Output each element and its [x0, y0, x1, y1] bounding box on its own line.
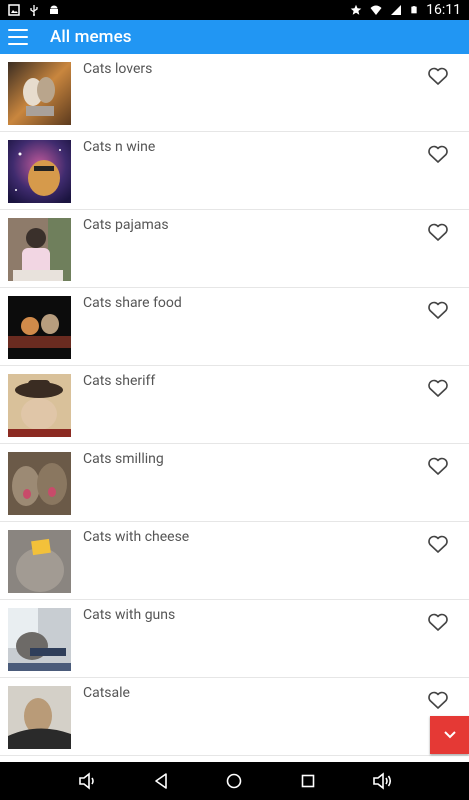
list-item-label: Cats share food [83, 295, 182, 311]
list-item[interactable]: Cats share food [0, 288, 469, 366]
list-item[interactable]: Cats smilling [0, 444, 469, 522]
back-icon[interactable] [149, 769, 173, 793]
list-item[interactable]: Cats pajamas [0, 210, 469, 288]
heart-icon[interactable] [426, 688, 450, 712]
meme-thumbnail[interactable] [8, 530, 71, 593]
meme-thumbnail[interactable] [8, 62, 71, 125]
volume-up-icon[interactable] [370, 769, 394, 793]
chevron-down-icon [443, 731, 456, 739]
list-item-label: Cats smilling [83, 451, 164, 467]
list-item[interactable]: Cats with guns [0, 600, 469, 678]
heart-icon[interactable] [426, 220, 450, 244]
meme-list[interactable]: Cats lovers Cats n wine Cats pajamas Cat… [0, 54, 469, 764]
meme-thumbnail[interactable] [8, 140, 71, 203]
scroll-down-button[interactable] [430, 716, 469, 754]
heart-icon[interactable] [426, 298, 450, 322]
meme-thumbnail[interactable] [8, 374, 71, 437]
photo-icon [8, 4, 20, 16]
app-bar: All memes [0, 20, 469, 54]
list-item[interactable]: Cats with cheese [0, 522, 469, 600]
usb-icon [30, 5, 38, 16]
list-item-label: Cats with guns [83, 607, 176, 623]
page-title: All memes [50, 27, 132, 47]
list-item[interactable]: Cats sheriff [0, 366, 469, 444]
list-item-label: Cats n wine [83, 139, 156, 155]
meme-thumbnail[interactable] [8, 218, 71, 281]
home-icon[interactable] [222, 769, 246, 793]
status-bar: 16:11 [0, 0, 469, 20]
clock: 16:11 [426, 2, 461, 18]
list-item-label: Cats lovers [83, 61, 153, 77]
android-icon [50, 5, 58, 14]
heart-icon[interactable] [426, 532, 450, 556]
list-item-label: Catsale [83, 685, 130, 701]
heart-icon[interactable] [426, 64, 450, 88]
volume-down-icon[interactable] [75, 769, 99, 793]
meme-thumbnail[interactable] [8, 296, 71, 359]
list-item[interactable]: Cats n wine [0, 132, 469, 210]
list-item-label: Cats sheriff [83, 373, 156, 389]
heart-icon[interactable] [426, 142, 450, 166]
meme-thumbnail[interactable] [8, 452, 71, 515]
list-item[interactable]: Cats lovers [0, 54, 469, 132]
heart-icon[interactable] [426, 454, 450, 478]
navigation-bar [0, 762, 469, 800]
meme-thumbnail[interactable] [8, 686, 71, 749]
hamburger-icon[interactable] [8, 29, 28, 45]
list-item[interactable]: Catsale [0, 678, 469, 756]
list-item-label: Cats pajamas [83, 217, 169, 233]
meme-thumbnail[interactable] [8, 608, 71, 671]
wifi-icon [370, 5, 382, 15]
heart-icon[interactable] [426, 376, 450, 400]
recents-icon[interactable] [296, 769, 320, 793]
star-icon [350, 4, 362, 15]
list-item-label: Cats with cheese [83, 529, 190, 545]
signal-icon [391, 5, 402, 15]
heart-icon[interactable] [426, 610, 450, 634]
battery-icon [411, 6, 417, 14]
